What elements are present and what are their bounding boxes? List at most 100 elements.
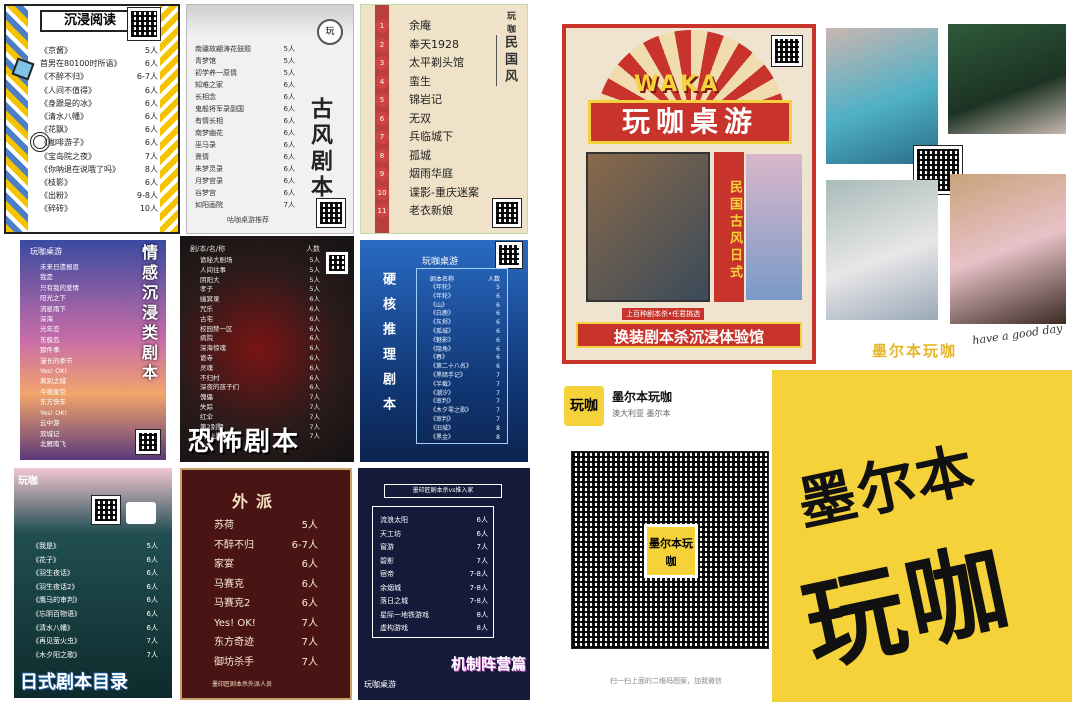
list-item: 8 孤城: [375, 147, 495, 166]
list-item-count: 5人: [144, 46, 158, 55]
republic-list: 1 余庵 2 奉天1928 3 太平剃头馆 4 蛮生 5 锦岩记 6 无双 7 兵临城下 8 孤城 9 烟雨华庭 1…: [375, 17, 495, 221]
list-item: 阳光之下: [34, 293, 134, 303]
list-item-name: 东极岛: [40, 335, 60, 344]
ancient-title: 古风剧本: [307, 97, 332, 201]
photo-lolita: [948, 24, 1066, 134]
list-item-count: 6人: [283, 129, 295, 137]
wechat-name: 墨尔本玩咖: [612, 390, 673, 404]
list-item-count: 5人: [283, 45, 295, 53]
list-item-count: 5人: [309, 265, 320, 274]
list-item: 有情长相 6人: [195, 115, 295, 127]
list-item: 《咖啡游子》 6人: [40, 136, 158, 149]
list-item-count: 6人: [283, 177, 295, 185]
list-item: 初学养一原情 5人: [195, 67, 295, 79]
list-item-count: 6: [496, 301, 500, 309]
list-item-name: 失踪: [200, 402, 213, 411]
list-item-count: 8: [496, 433, 500, 441]
list-item-count: 6人: [309, 304, 320, 313]
list-item-name: 灵魂: [200, 363, 213, 372]
list-item-name: 流星雨下: [40, 304, 66, 313]
poster-side-photos: [746, 154, 802, 300]
list-item-name: 漫长的季节: [40, 356, 73, 365]
mystery-header: 剧本名称 人数: [430, 274, 500, 283]
list-item-count: 7人: [309, 402, 320, 411]
list-item: 9 烟雨华庭: [375, 165, 495, 184]
list-item-name: 《黑暗手记》: [430, 371, 467, 379]
list-item: 《花子》 6人: [32, 554, 158, 568]
list-item-count: 7人: [476, 543, 488, 551]
list-item: 《羽生夜话2》 6人: [32, 581, 158, 595]
list-item-count: 6人: [146, 596, 158, 605]
list-item: 《灰烬》 6: [430, 319, 500, 328]
list-item-count: 7: [496, 398, 500, 406]
list-item-name: 有情长相: [195, 117, 223, 125]
list-item-count: 6: [496, 319, 500, 327]
list-item-name: Yes! OK!: [40, 367, 68, 376]
list-item: 长相念 6人: [195, 91, 295, 103]
photo-hanfu: [826, 180, 938, 320]
list-item: 家宴 6人: [214, 555, 318, 575]
list-item: 病院 6人: [200, 334, 320, 344]
list-item: 《枝影》 6人: [40, 176, 158, 189]
list-item-count: 6人: [146, 609, 158, 618]
wechat-location: 澳大利亚 墨尔本: [612, 409, 671, 418]
comic-title: 沉浸阅读: [40, 10, 140, 32]
list-item-count: 6人: [309, 353, 320, 362]
list-item-name: 阴阳大: [200, 275, 220, 284]
list-item: 3 太平剃头馆: [375, 54, 495, 73]
list-item: 深夜的孩子们 6人: [200, 383, 320, 393]
list-item: 6 无双: [375, 110, 495, 129]
list-item: 《年轮》 6: [430, 293, 500, 302]
photo-kimono: [826, 28, 938, 164]
photo-sakura: [950, 174, 1066, 324]
list-item: 苏荷 5人: [214, 516, 318, 536]
mechanism-header: 墨印匠剧本杀vs推入家: [384, 484, 502, 498]
list-item-number: 2: [375, 37, 389, 52]
list-item: 御坊杀手 7人: [214, 653, 318, 673]
list-item-name: 傀儡: [200, 393, 213, 402]
list-item-name: 《孤城》: [430, 327, 455, 335]
list-item-count: 6人: [146, 555, 158, 564]
list-item-count: 7人: [301, 637, 318, 648]
list-item: 巫马录 6人: [195, 139, 295, 151]
list-item-name: 星际一地铁游戏: [380, 610, 429, 619]
outreach-title: 外派: [232, 492, 281, 511]
mystery-brand: 玩咖桌游: [422, 257, 459, 267]
list-item: 11 老衣新娘: [375, 202, 495, 221]
list-item-name: 《羽生夜话》: [32, 569, 74, 578]
list-item: 那件事: [34, 345, 134, 355]
list-item-count: 6-7人: [136, 72, 158, 82]
list-item: 碧影 7人: [380, 555, 488, 569]
panel-horror: 剧/本/名/称 人数 诡秘大剧场 5人 人间往事 5人 阴阳大 5人 孝子 5人 幽冥录 6人 咒乐…: [180, 236, 354, 462]
list-item-count: 6人: [301, 578, 318, 590]
list-item-count: 6人: [309, 363, 320, 372]
list-item-count: 6人: [283, 117, 295, 125]
mechanism-list: 流浪太阳 6人 天工坊 6人 窗游 7人 碧影 7人 宿帝 7-8人 余烟城 7-8人 落日之城 7-8人…: [380, 514, 488, 636]
list-item-name: 《人间不值得》: [40, 85, 96, 95]
list-item: 云中游: [34, 418, 134, 428]
list-item-count: 7-8人: [469, 570, 488, 578]
list-item-name: 《年轮》: [430, 292, 455, 300]
list-item: 《年轮》 5: [430, 284, 500, 293]
list-item-name: 朱梦灵录: [195, 165, 223, 173]
republic-brand: 玩咖: [505, 11, 515, 37]
list-item: 7 兵临城下: [375, 128, 495, 147]
list-item: 《你呐退在说哦了吗》 8人: [40, 163, 158, 176]
qr-code: [495, 241, 523, 269]
list-item-count: 6-7人: [291, 539, 318, 551]
list-item: 落日之城 7-8人: [380, 595, 488, 609]
list-item: 虚构游戏 8人: [380, 622, 488, 636]
list-item: 月梦宫录 6人: [195, 175, 295, 187]
list-item-name: 《咖啡游子》: [40, 138, 88, 148]
list-item: 天工坊 6人: [380, 528, 488, 542]
list-item: 朱梦灵录 6人: [195, 163, 295, 175]
outreach-list: 苏荷 5人 不醉不归 6-7人 家宴 6人 马赛克 6人 马赛克2 6人 Yes! OK! 7人 东方奇…: [214, 516, 318, 672]
yellow-brand-panel: 墨尔本 玩咖: [772, 370, 1072, 702]
list-item-count: 6人: [309, 314, 320, 323]
list-item: 《半截》 7: [430, 381, 500, 390]
list-item-name: 《木夕阳之歌》: [32, 650, 81, 659]
republic-title: 民国风: [496, 35, 519, 86]
list-item: 《清水八幡》 6人: [40, 110, 158, 123]
list-item-name: 谍影-重庆迷案: [409, 185, 479, 199]
list-item-count: 5人: [283, 69, 295, 77]
